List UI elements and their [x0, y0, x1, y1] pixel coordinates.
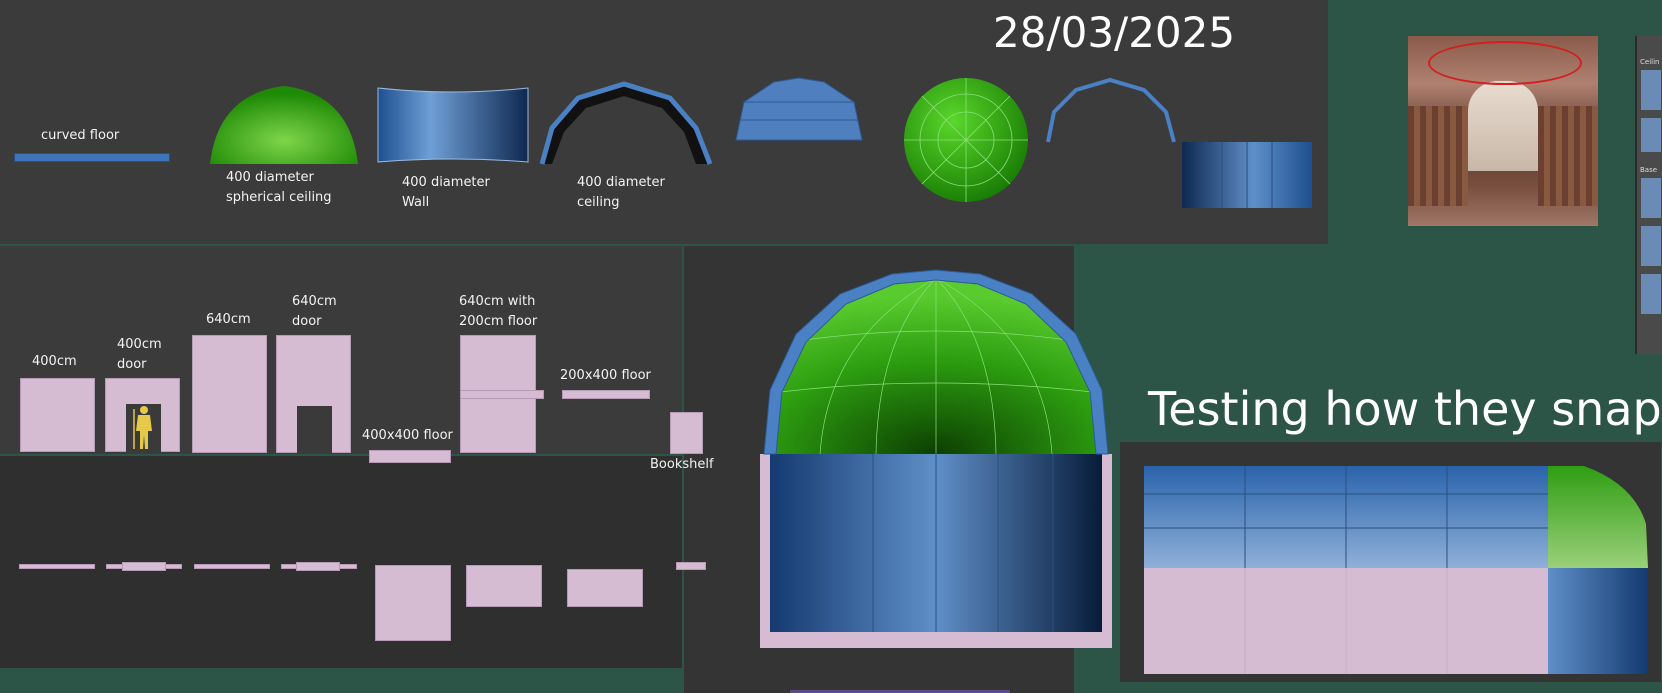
wall-400cm[interactable]	[20, 378, 95, 452]
topdown-floor-400[interactable]	[375, 565, 451, 641]
wall-640cm[interactable]	[192, 335, 267, 453]
topdown-wall-640-door-frame[interactable]	[296, 562, 340, 571]
wall-640cm-floor-ledge[interactable]	[460, 390, 544, 399]
date-label: 28/03/2025	[993, 8, 1236, 57]
w640door-label-2: door	[292, 314, 322, 329]
w640door-label-1: 640cm	[292, 294, 337, 309]
arch-outline-model[interactable]	[1046, 77, 1176, 144]
topdown-wall-640-floor[interactable]	[466, 565, 542, 607]
bookshelf-model[interactable]	[670, 412, 703, 454]
wall-640cm-door[interactable]	[276, 335, 351, 453]
strip-thumb-5[interactable]	[1641, 274, 1661, 314]
bookshelf-label: Bookshelf	[650, 457, 714, 472]
floor-200x400[interactable]	[562, 390, 650, 399]
w640floor-label-1: 640cm with	[459, 294, 536, 309]
curved-floor-model[interactable]	[14, 153, 170, 162]
curved-wall-model[interactable]	[376, 86, 530, 164]
person-scale-figure	[133, 406, 152, 449]
viewport-walls-top[interactable]	[0, 456, 682, 668]
snap-test-model[interactable]	[1144, 464, 1648, 676]
w400door-label-1: 400cm	[117, 337, 162, 352]
curved-floor-label: curved floor	[41, 128, 120, 143]
topdown-wall-400[interactable]	[19, 564, 95, 569]
wall-segment-model[interactable]	[1182, 142, 1312, 208]
w640floor-label-2: 200cm floor	[459, 314, 538, 329]
strip-label-base: Base	[1640, 166, 1658, 174]
ceiling-label-1: 400 diameter	[577, 175, 665, 190]
strip-thumb-3[interactable]	[1641, 178, 1661, 218]
arch-ceiling-model[interactable]	[538, 80, 713, 166]
dome-assembly-model[interactable]	[758, 269, 1114, 650]
wall-label-1: 400 diameter	[402, 175, 490, 190]
strip-thumb-1[interactable]	[1641, 70, 1661, 110]
snap-title: Testing how they snap	[1148, 382, 1662, 436]
dome-side-model[interactable]	[734, 76, 864, 142]
reference-library-photo[interactable]	[1408, 36, 1598, 226]
ceiling-label-2: ceiling	[577, 195, 620, 210]
wall-label-2: Wall	[402, 195, 430, 210]
spherical-ceiling-model[interactable]	[208, 84, 360, 164]
strip-thumb-2[interactable]	[1641, 118, 1661, 152]
wall-400cm-door[interactable]	[105, 378, 180, 452]
strip-label-ceilin: Ceilin	[1640, 58, 1660, 66]
strip-thumb-4[interactable]	[1641, 226, 1661, 266]
topdown-bookshelf[interactable]	[676, 562, 706, 570]
spherical-ceiling-label-2: spherical ceiling	[226, 190, 332, 205]
w400door-label-2: door	[117, 357, 147, 372]
topdown-floor-200[interactable]	[567, 569, 643, 607]
floor400-label: 400x400 floor	[362, 428, 453, 443]
sphere-top-model[interactable]	[902, 76, 1030, 206]
w400-label: 400cm	[32, 354, 77, 369]
w640-label: 640cm	[206, 312, 251, 327]
topdown-wall-640[interactable]	[194, 564, 270, 569]
topdown-wall-400-door-frame[interactable]	[122, 562, 166, 571]
spherical-ceiling-label-1: 400 diameter	[226, 170, 314, 185]
asset-browser-strip[interactable]: Ceilin Base	[1635, 36, 1662, 354]
floor200-label: 200x400 floor	[560, 368, 651, 383]
floor-400x400[interactable]	[369, 450, 451, 463]
